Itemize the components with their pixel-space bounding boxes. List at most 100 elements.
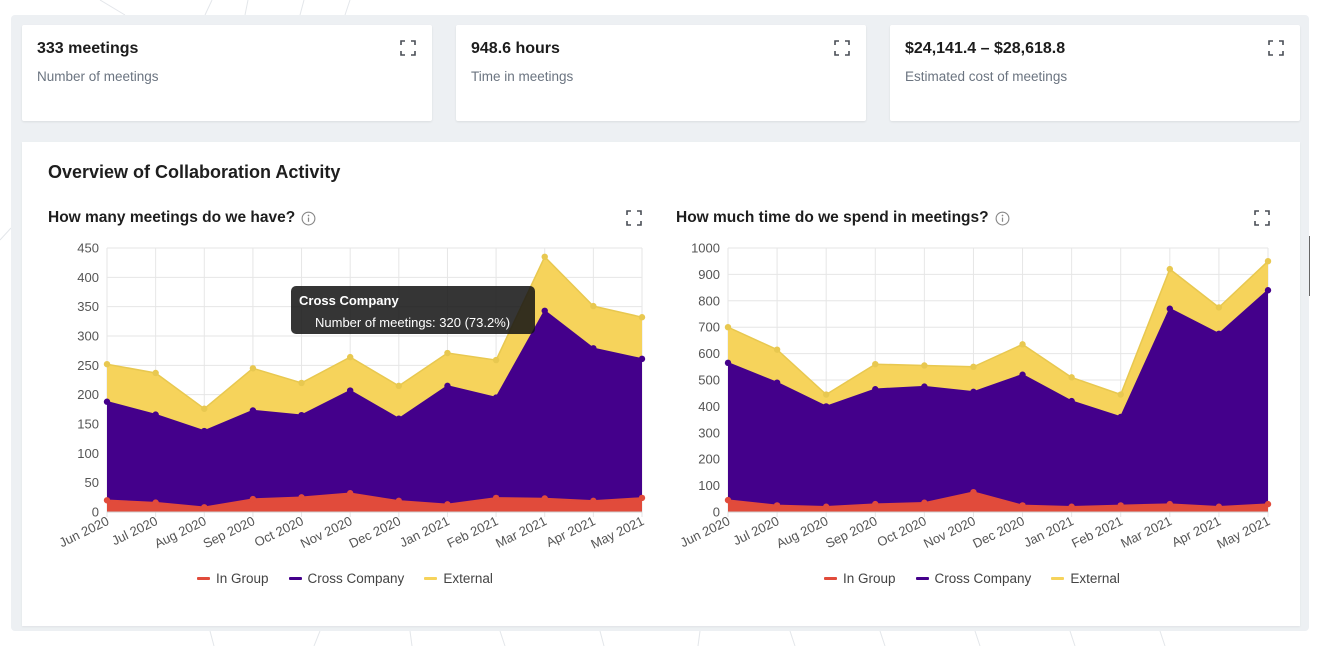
x-tick-label: May 2021 <box>1214 513 1272 552</box>
point-external <box>1117 391 1124 398</box>
meetings-count-area-chart: 050100150200250300350400450Jun 2020Jul 2… <box>57 241 647 552</box>
tooltip-title: Cross Company <box>299 293 399 308</box>
legend-item-in-group[interactable]: In Group <box>197 571 269 586</box>
y-tick-label: 450 <box>77 241 99 256</box>
point-in-group <box>1215 503 1223 510</box>
x-tick-label: Nov 2020 <box>921 513 978 551</box>
y-tick-label: 400 <box>698 399 720 414</box>
meeting-time-area-chart: 01002003004005006007008009001000Jun 2020… <box>678 241 1273 552</box>
point-cross-company <box>872 386 879 393</box>
y-tick-label: 250 <box>77 358 99 373</box>
point-cross-company <box>395 415 403 422</box>
legend-item-in-group[interactable]: In Group <box>824 571 896 586</box>
chart-legend: In Group Cross Company External <box>197 571 493 586</box>
expand-icon[interactable] <box>1268 40 1284 56</box>
point-external <box>1019 341 1026 348</box>
point-external <box>201 405 208 412</box>
x-tick-label: Jun 2020 <box>678 513 733 550</box>
x-tick-label: Jun 2020 <box>57 513 112 550</box>
info-icon[interactable] <box>995 211 1010 226</box>
point-external <box>724 324 732 331</box>
point-in-group <box>1166 500 1174 508</box>
expand-icon[interactable] <box>834 40 850 56</box>
x-tick-label: Dec 2020 <box>347 513 404 551</box>
point-in-group <box>773 502 781 509</box>
point-in-group <box>152 499 159 506</box>
x-tick-label: Apr 2021 <box>1169 513 1223 550</box>
meetings-chart-title: How many meetings do we have? <box>48 209 316 227</box>
tooltip-body: Number of meetings: 320 (73.2%) <box>315 315 511 330</box>
point-in-group <box>395 497 403 505</box>
legend-item-external[interactable]: External <box>1051 571 1120 586</box>
legend-label: Cross Company <box>934 571 1032 586</box>
point-external <box>298 379 305 387</box>
x-tick-label: May 2021 <box>588 513 646 552</box>
point-external <box>590 302 597 310</box>
x-tick-label: Jan 2021 <box>397 513 452 550</box>
legend-swatch <box>915 577 929 580</box>
meeting-hours-card: 948.6 hours Time in meetings <box>456 25 866 121</box>
card-label: Time in meetings <box>471 69 574 84</box>
legend-label: External <box>1070 571 1120 586</box>
legend-swatch <box>288 577 302 580</box>
y-tick-label: 700 <box>698 320 720 335</box>
x-tick-label: Feb 2021 <box>1069 513 1125 551</box>
point-external <box>541 253 548 260</box>
card-value: 333 meetings <box>37 40 139 57</box>
x-tick-label: Aug 2020 <box>152 513 209 551</box>
y-tick-label: 100 <box>698 478 720 493</box>
x-tick-label: Aug 2020 <box>774 513 831 551</box>
point-in-group <box>1264 500 1272 508</box>
point-in-group <box>346 490 354 497</box>
point-external <box>1215 304 1223 311</box>
point-external <box>249 365 257 372</box>
point-in-group <box>444 501 451 508</box>
point-in-group <box>970 489 977 496</box>
legend-item-external[interactable]: External <box>424 571 493 586</box>
legend-label: Cross Company <box>307 571 405 586</box>
legend-swatch <box>424 577 438 580</box>
point-in-group <box>1019 502 1026 509</box>
y-tick-label: 500 <box>698 373 720 388</box>
expand-icon[interactable] <box>1254 210 1270 226</box>
point-in-group <box>872 500 879 508</box>
point-cross-company <box>1019 371 1026 378</box>
point-cross-company <box>724 359 732 367</box>
card-value: 948.6 hours <box>471 40 560 57</box>
y-tick-label: 300 <box>77 329 99 344</box>
point-external <box>346 353 354 361</box>
y-tick-label: 800 <box>698 293 720 308</box>
point-cross-company <box>201 427 208 435</box>
point-cross-company <box>103 398 111 405</box>
point-cross-company <box>346 387 354 394</box>
point-cross-company <box>822 403 830 410</box>
info-icon[interactable] <box>301 211 316 226</box>
legend-swatch <box>197 577 210 580</box>
expand-icon[interactable] <box>400 40 416 56</box>
legend-label: External <box>443 571 493 586</box>
x-tick-label: Mar 2021 <box>1118 513 1174 551</box>
point-cross-company <box>444 382 451 390</box>
point-cross-company <box>970 388 977 396</box>
point-cross-company <box>1215 330 1223 337</box>
point-external <box>1068 374 1075 381</box>
expand-icon[interactable] <box>626 210 642 226</box>
legend-swatch <box>1051 577 1065 580</box>
x-tick-label: Mar 2021 <box>493 513 549 551</box>
x-tick-label: Nov 2020 <box>298 513 355 551</box>
legend-item-cross-company[interactable]: Cross Company <box>915 571 1032 586</box>
legend-swatch <box>824 577 837 580</box>
point-external <box>492 356 500 364</box>
y-tick-label: 600 <box>698 346 720 361</box>
x-tick-label: Dec 2020 <box>970 513 1027 551</box>
point-in-group <box>103 497 111 504</box>
legend-item-cross-company[interactable]: Cross Company <box>288 571 405 586</box>
card-label: Estimated cost of meetings <box>905 69 1068 84</box>
point-in-group <box>724 496 732 504</box>
y-tick-label: 400 <box>77 270 99 285</box>
point-cross-company <box>638 355 646 363</box>
point-in-group <box>1068 503 1075 510</box>
point-in-group <box>541 495 548 502</box>
x-tick-label: Oct 2020 <box>252 513 306 550</box>
y-tick-label: 100 <box>77 446 99 461</box>
